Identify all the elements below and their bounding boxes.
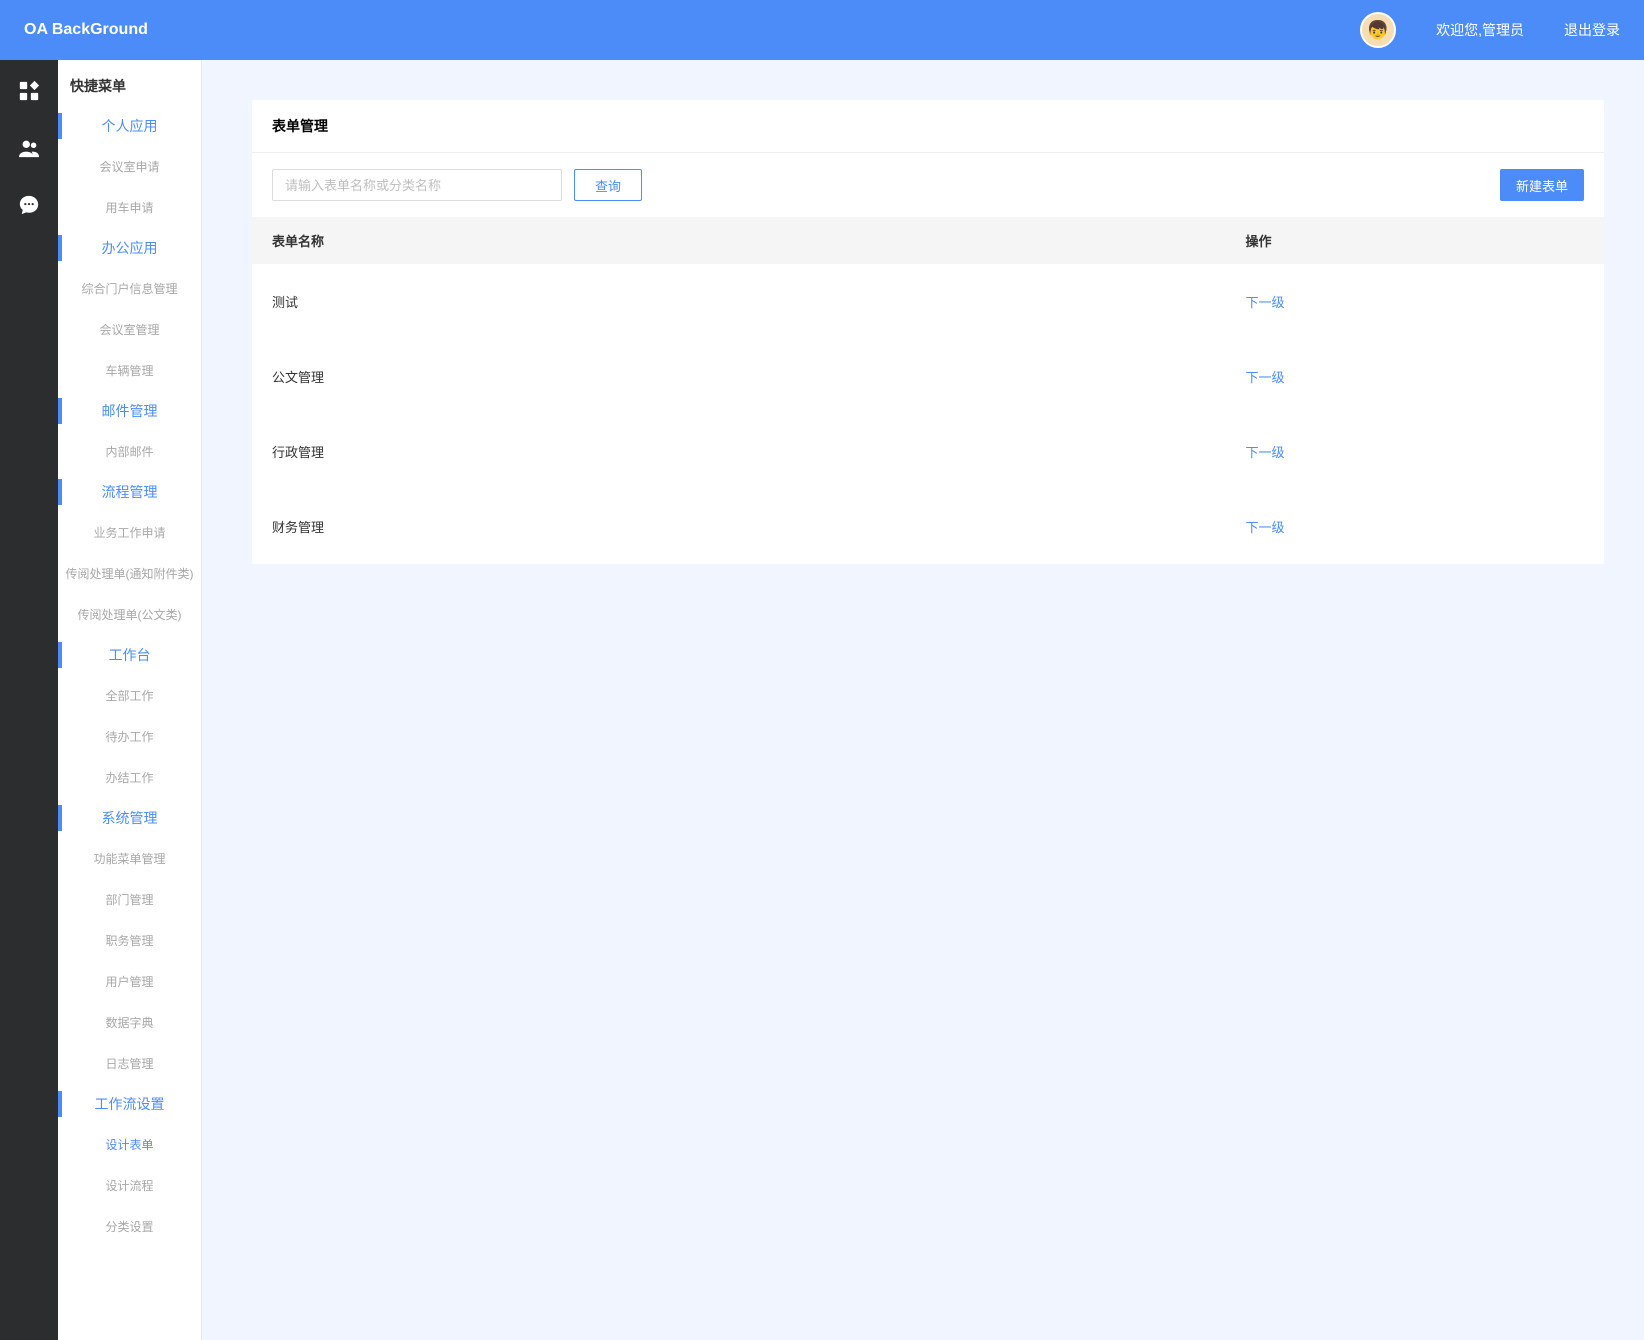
- app-header: OA BackGround 👦 欢迎您,管理员 退出登录: [0, 0, 1644, 60]
- cell-action: 下一级: [1225, 489, 1604, 564]
- cell-name: 财务管理: [252, 489, 1225, 564]
- next-level-link[interactable]: 下一级: [1245, 295, 1284, 310]
- menu-item[interactable]: 车辆管理: [58, 350, 201, 391]
- menu-item[interactable]: 传阅处理单(公文类): [58, 594, 201, 635]
- col-name: 表单名称: [252, 217, 1225, 264]
- icon-rail: [0, 60, 58, 1340]
- header-right: 👦 欢迎您,管理员 退出登录: [1360, 12, 1620, 48]
- create-form-button[interactable]: 新建表单: [1500, 169, 1584, 201]
- search-button[interactable]: 查询: [574, 169, 642, 201]
- menu-group[interactable]: 个人应用: [58, 106, 201, 146]
- next-level-link[interactable]: 下一级: [1245, 520, 1284, 535]
- cell-name: 公文管理: [252, 339, 1225, 414]
- main-content: 表单管理 查询 新建表单 表单名称 操作 测试下一级公文管理下一级行政管理下一级…: [202, 60, 1644, 1340]
- sidebar: 快捷菜单 个人应用会议室申请用车申请办公应用综合门户信息管理会议室管理车辆管理邮…: [58, 60, 202, 1340]
- menu-item[interactable]: 功能菜单管理: [58, 838, 201, 879]
- table-row: 财务管理 下一级: [252, 489, 1604, 564]
- menu-item[interactable]: 分类设置: [58, 1206, 201, 1247]
- form-table: 表单名称 操作 测试下一级公文管理下一级行政管理下一级财务管理下一级: [252, 217, 1604, 564]
- sidebar-title: 快捷菜单: [58, 60, 201, 106]
- cell-name: 行政管理: [252, 414, 1225, 489]
- menu-group[interactable]: 工作流设置: [58, 1084, 201, 1124]
- menu-item[interactable]: 设计表单: [58, 1124, 201, 1165]
- next-level-link[interactable]: 下一级: [1245, 370, 1284, 385]
- menu-item[interactable]: 用车申请: [58, 187, 201, 228]
- table-row: 公文管理 下一级: [252, 339, 1604, 414]
- welcome-text: 欢迎您,管理员: [1436, 20, 1524, 40]
- menu-item[interactable]: 会议室申请: [58, 146, 201, 187]
- table-row: 测试 下一级: [252, 264, 1604, 339]
- users-icon[interactable]: [18, 137, 40, 164]
- col-action: 操作: [1225, 217, 1604, 264]
- menu-group[interactable]: 办公应用: [58, 228, 201, 268]
- menu-item[interactable]: 全部工作: [58, 675, 201, 716]
- menu-item[interactable]: 用户管理: [58, 961, 201, 1002]
- menu-item[interactable]: 综合门户信息管理: [58, 268, 201, 309]
- menu-group[interactable]: 系统管理: [58, 798, 201, 838]
- menu-item[interactable]: 日志管理: [58, 1043, 201, 1084]
- apps-icon[interactable]: [18, 80, 40, 107]
- form-manage-card: 表单管理 查询 新建表单 表单名称 操作 测试下一级公文管理下一级行政管理下一级…: [252, 100, 1604, 564]
- avatar[interactable]: 👦: [1360, 12, 1396, 48]
- menu-item[interactable]: 会议室管理: [58, 309, 201, 350]
- cell-action: 下一级: [1225, 339, 1604, 414]
- menu-item[interactable]: 待办工作: [58, 716, 201, 757]
- menu-item[interactable]: 办结工作: [58, 757, 201, 798]
- cell-action: 下一级: [1225, 264, 1604, 339]
- next-level-link[interactable]: 下一级: [1245, 445, 1284, 460]
- cell-name: 测试: [252, 264, 1225, 339]
- menu-item[interactable]: 内部邮件: [58, 431, 201, 472]
- menu-item[interactable]: 部门管理: [58, 879, 201, 920]
- menu-item[interactable]: 业务工作申请: [58, 512, 201, 553]
- menu-item[interactable]: 设计流程: [58, 1165, 201, 1206]
- search-input[interactable]: [272, 169, 562, 201]
- menu-group[interactable]: 工作台: [58, 635, 201, 675]
- page-title: 表单管理: [252, 100, 1604, 153]
- logout-link[interactable]: 退出登录: [1564, 20, 1620, 40]
- toolbar: 查询 新建表单: [252, 153, 1604, 217]
- menu-item[interactable]: 职务管理: [58, 920, 201, 961]
- menu-item[interactable]: 传阅处理单(通知附件类): [58, 553, 201, 594]
- table-row: 行政管理 下一级: [252, 414, 1604, 489]
- cell-action: 下一级: [1225, 414, 1604, 489]
- menu-group[interactable]: 流程管理: [58, 472, 201, 512]
- logo: OA BackGround: [24, 21, 148, 39]
- table-header-row: 表单名称 操作: [252, 217, 1604, 264]
- menu-item[interactable]: 数据字典: [58, 1002, 201, 1043]
- menu-group[interactable]: 邮件管理: [58, 391, 201, 431]
- chat-icon[interactable]: [18, 194, 40, 221]
